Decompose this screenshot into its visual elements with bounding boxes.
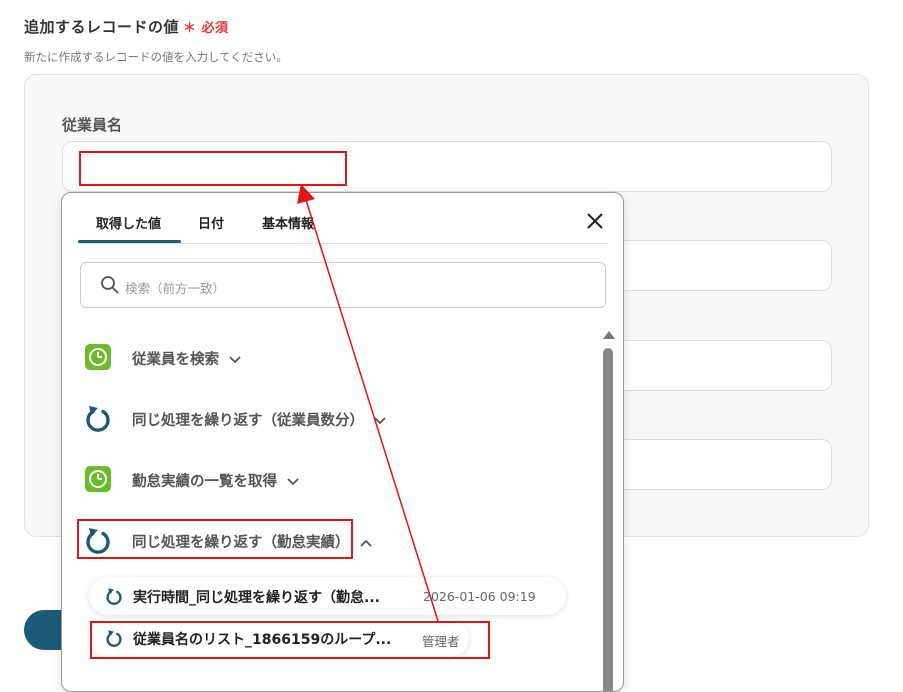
loop-icon: [106, 588, 122, 605]
value-item-execution-time[interactable]: 実行時間_同じ処理を繰り返す（勤怠... 2026-01-06 09:19: [89, 577, 566, 615]
section-title: 追加するレコードの値＊ 必須: [24, 18, 229, 36]
green-clock-icon: [85, 466, 111, 492]
value-picker-popup: 取得した値 日付 基本情報 検索（前方一致） 従業員を検索 同じ処理を繰り返す（…: [61, 192, 624, 692]
tab-date[interactable]: 日付: [198, 213, 224, 232]
group-label: 勤怠実績の一覧を取得: [132, 474, 277, 490]
search-icon: [101, 276, 119, 294]
chevron-down-icon: [229, 356, 241, 364]
scroll-up-arrow-icon[interactable]: [603, 331, 615, 339]
input-highlight-box: [79, 151, 347, 186]
active-tab-indicator: [78, 240, 181, 243]
group-highlight-box: [77, 519, 353, 559]
tab-acquired-values[interactable]: 取得した値: [96, 213, 161, 232]
picker-tabs: 取得した値 日付 基本情報: [78, 193, 608, 244]
green-clock-icon: [85, 344, 111, 370]
chevron-down-icon: [287, 478, 299, 486]
group-label: 同じ処理を繰り返す（従業員数分）: [132, 413, 364, 429]
required-badge: ＊ 必須: [183, 21, 229, 36]
search-placeholder: 検索（前方一致）: [125, 281, 226, 296]
value-item-meta: 2026-01-06 09:19: [423, 589, 536, 604]
close-icon[interactable]: [584, 210, 606, 232]
chevron-up-icon: [359, 539, 372, 547]
chevron-down-icon: [374, 417, 386, 425]
search-input[interactable]: 検索（前方一致）: [80, 262, 606, 308]
section-description: 新たに作成するレコードの値を入力してください。: [24, 50, 288, 64]
group-label: 従業員を検索: [132, 352, 219, 368]
loop-icon: [86, 406, 110, 432]
item-highlight-box: [90, 621, 490, 659]
field-label-employee-name: 従業員名: [62, 116, 123, 134]
tab-basic-info[interactable]: 基本情報: [262, 213, 314, 232]
scrollbar[interactable]: [602, 331, 615, 691]
scrollbar-thumb[interactable]: [603, 348, 613, 691]
value-item-label: 実行時間_同じ処理を繰り返す（勤怠...: [133, 590, 380, 606]
